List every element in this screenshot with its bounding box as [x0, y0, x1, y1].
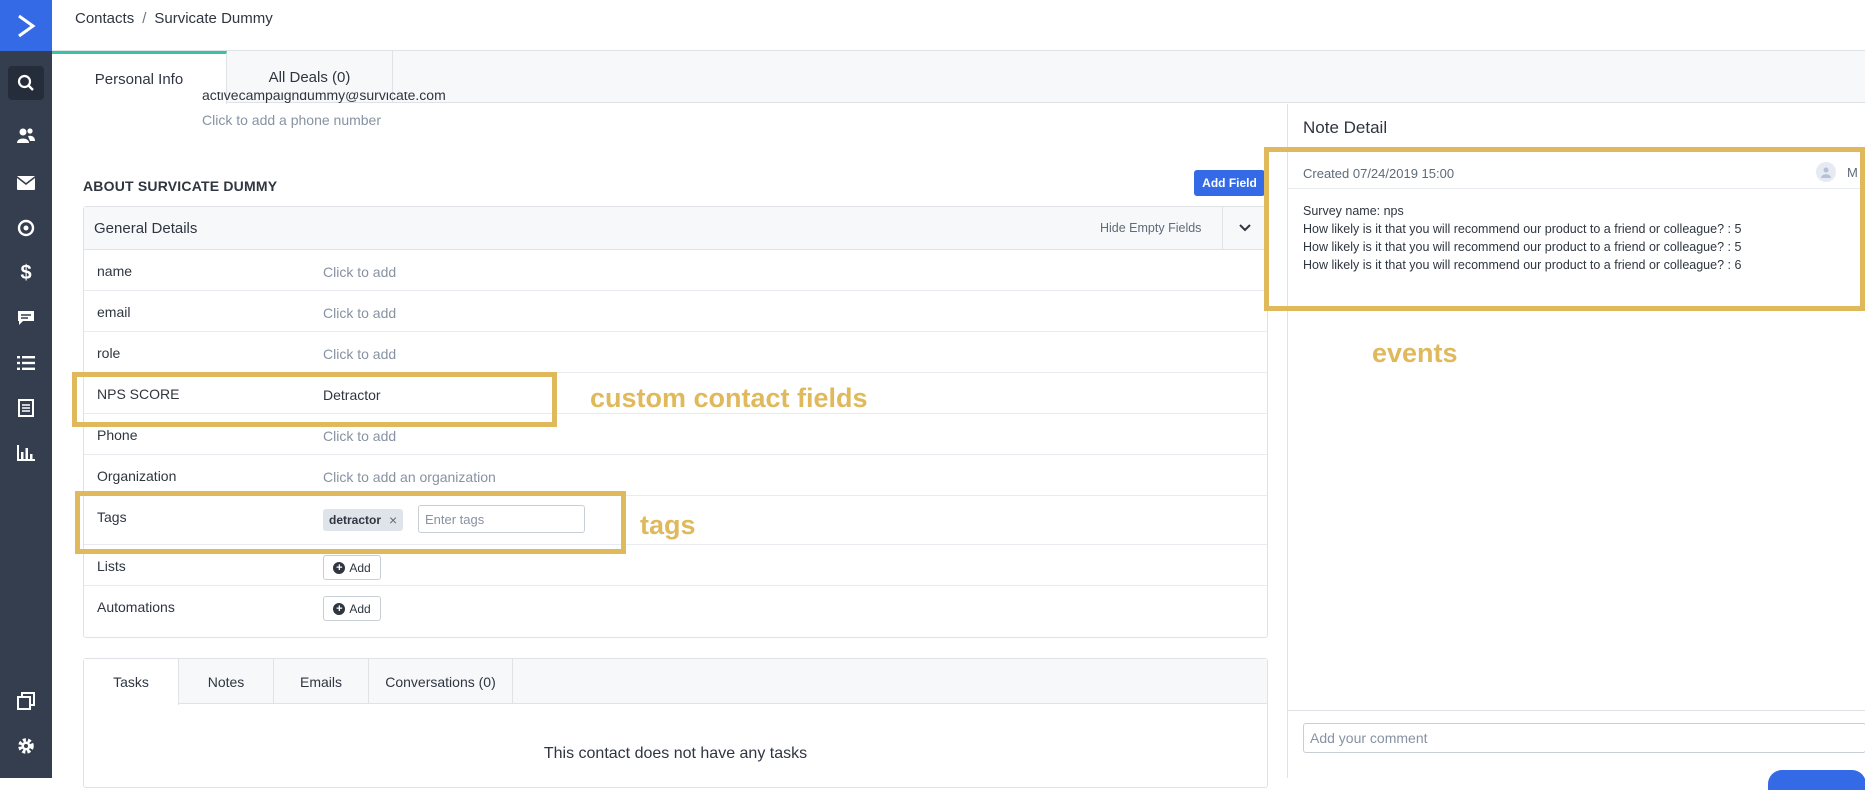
- note-detail-title: Note Detail: [1303, 118, 1388, 137]
- about-title: ABOUT SURVICATE DUMMY: [83, 178, 278, 194]
- document-icon[interactable]: [8, 391, 44, 425]
- dollar-icon[interactable]: $: [8, 256, 44, 290]
- field-row-lists: Lists + Add: [84, 545, 1267, 586]
- tag-chip-label: detractor: [329, 513, 382, 527]
- gear-icon[interactable]: [8, 729, 44, 763]
- field-label: email: [97, 304, 131, 320]
- note-created-date: Created 07/24/2019 15:00: [1303, 166, 1455, 181]
- top-bar: Contacts / Survicate Dummy: [52, 0, 1865, 51]
- general-details-header: General Details Hide Empty Fields: [84, 207, 1267, 250]
- search-icon[interactable]: [8, 66, 44, 100]
- field-value-nps-score[interactable]: Detractor: [323, 387, 381, 403]
- divider: [1288, 188, 1865, 189]
- empty-tasks-message: This contact does not have any tasks: [543, 745, 808, 762]
- field-label: Automations: [97, 599, 175, 615]
- note-card: Created 07/24/2019 15:00 M Survey name: …: [1288, 150, 1865, 310]
- user-avatar-icon: [1816, 162, 1836, 182]
- general-details-title: General Details: [94, 220, 198, 237]
- divider: [1288, 710, 1865, 711]
- collapse-button[interactable]: [1222, 207, 1267, 249]
- contacts-icon[interactable]: [0, 114, 52, 158]
- field-row-automations: Automations + Add: [84, 586, 1267, 627]
- contact-email: activecampaigndummy@survicate.com: [202, 92, 446, 103]
- sidebar-nav: $: [0, 0, 52, 778]
- breadcrumb: Contacts / Survicate Dummy: [75, 10, 273, 27]
- comment-input[interactable]: [1303, 723, 1865, 753]
- annotation-label-events: events: [1372, 338, 1458, 368]
- pages-icon[interactable]: [8, 684, 44, 718]
- tab-emails[interactable]: Emails: [274, 659, 369, 704]
- add-phone-link[interactable]: Click to add a phone number: [202, 112, 381, 128]
- general-details-panel: General Details Hide Empty Fields name C…: [83, 206, 1268, 638]
- field-value-organization[interactable]: Click to add an organization: [323, 469, 496, 485]
- field-row-phone: Phone Click to add: [84, 414, 1267, 455]
- field-label: Phone: [97, 427, 138, 443]
- field-value-name[interactable]: Click to add: [323, 264, 396, 280]
- chevron-right-icon: [18, 14, 36, 37]
- note-detail-panel: Note Detail Created 07/24/2019 15:00 M S…: [1287, 104, 1865, 790]
- add-automation-button[interactable]: + Add: [323, 596, 381, 621]
- plus-circle-icon: +: [333, 602, 346, 615]
- add-list-button[interactable]: + Add: [323, 555, 381, 580]
- field-row-role: role Click to add: [84, 332, 1267, 373]
- field-row-email: email Click to add: [84, 291, 1267, 332]
- tags-input[interactable]: [418, 505, 585, 533]
- tab-personal-info[interactable]: Personal Info: [52, 51, 227, 104]
- note-line: How likely is it that you will recommend…: [1303, 240, 1742, 254]
- note-line: How likely is it that you will recommend…: [1303, 258, 1742, 272]
- field-label: name: [97, 263, 133, 279]
- field-value-role[interactable]: Click to add: [323, 346, 396, 362]
- field-row-organization: Organization Click to add an organizatio…: [84, 455, 1267, 496]
- tag-chip: detractor ×: [323, 509, 404, 531]
- field-value-phone[interactable]: Click to add: [323, 428, 396, 444]
- plus-circle-icon: +: [333, 561, 346, 574]
- add-automation-label: Add: [349, 601, 371, 616]
- annotation-label-custom-fields: custom contact fields: [590, 383, 868, 413]
- field-label: NPS SCORE: [97, 386, 180, 402]
- activity-panel: Tasks Notes Emails Conversations (0) Thi…: [83, 658, 1268, 788]
- chevron-down-icon: [1239, 224, 1251, 232]
- envelope-icon[interactable]: [8, 166, 44, 200]
- tab-tasks[interactable]: Tasks: [84, 659, 179, 705]
- note-line: How likely is it that you will recommend…: [1303, 222, 1742, 236]
- note-line: Survey name: nps: [1303, 204, 1404, 218]
- breadcrumb-current: Survicate Dummy: [154, 10, 273, 27]
- remove-tag-icon[interactable]: ×: [389, 512, 397, 528]
- field-row-name: name Click to add: [84, 250, 1267, 291]
- activity-tab-bar: Tasks Notes Emails Conversations (0): [84, 659, 1267, 705]
- annotation-label-tags: tags: [640, 510, 696, 540]
- field-label: Organization: [97, 468, 177, 484]
- field-value-email[interactable]: Click to add: [323, 305, 396, 321]
- list-icon[interactable]: [8, 346, 44, 380]
- logo[interactable]: [0, 0, 52, 51]
- field-label: Tags: [97, 509, 127, 525]
- field-label: Lists: [97, 558, 126, 574]
- tab-conversations[interactable]: Conversations (0): [369, 659, 513, 704]
- hide-empty-fields-toggle[interactable]: Hide Empty Fields: [1100, 221, 1201, 235]
- breadcrumb-contacts-link[interactable]: Contacts: [75, 10, 134, 27]
- breadcrumb-separator: /: [142, 10, 147, 27]
- field-label: role: [97, 345, 121, 361]
- note-author: M: [1847, 165, 1858, 180]
- note-body: Survey name: nps How likely is it that y…: [1303, 202, 1741, 274]
- add-list-label: Add: [349, 560, 371, 575]
- send-comment-button[interactable]: [1768, 770, 1865, 790]
- tab-notes[interactable]: Notes: [179, 659, 274, 704]
- bar-chart-icon[interactable]: [8, 436, 44, 470]
- chat-icon[interactable]: [8, 301, 44, 335]
- target-icon[interactable]: [8, 211, 44, 245]
- add-field-button[interactable]: Add Field: [1194, 170, 1265, 196]
